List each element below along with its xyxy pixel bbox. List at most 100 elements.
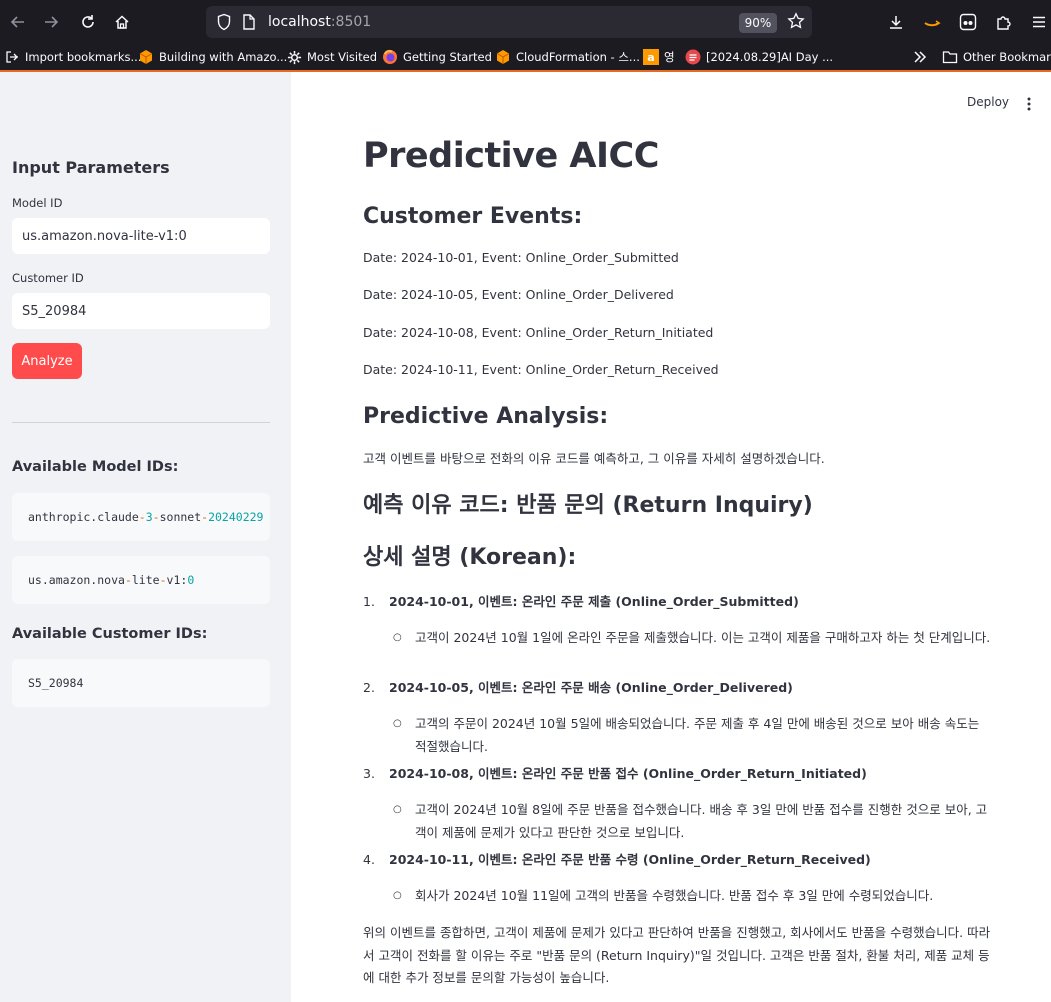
bookmark-star-icon[interactable] <box>787 12 805 34</box>
zoom-level-badge[interactable]: 90% <box>739 13 777 33</box>
customer-id-input[interactable]: S5_20984 <box>12 293 270 329</box>
url-text[interactable]: localhost:8501 <box>268 13 371 31</box>
page-icon[interactable] <box>242 13 256 35</box>
double-chevron-icon <box>912 49 928 65</box>
amazon-a-icon: a <box>643 49 659 65</box>
url-bar[interactable]: localhost:8501 90% <box>206 6 812 38</box>
code-token: v1 <box>166 573 181 587</box>
list-item-text: 회사가 2024년 10월 11일에 고객의 반품을 수령했습니다. 반품 접수… <box>415 888 934 903</box>
bullet-circle: ○ <box>393 804 402 815</box>
import-icon <box>4 49 20 65</box>
bookmark-amazon-kr[interactable]: a 영 <box>643 48 675 66</box>
list-item-title: 2024-10-11, 이벤트: 온라인 주문 반품 수령 (Online_Or… <box>389 852 871 867</box>
reload-icon[interactable] <box>76 10 100 34</box>
code-token: - <box>138 510 146 524</box>
summary-paragraph: 위의 이벤트를 종합하면, 고객이 제품에 문제가 있다고 판단하여 반품을 진… <box>363 925 991 985</box>
input-parameters-heading: Input Parameters <box>12 158 170 177</box>
code-token: - <box>124 573 132 587</box>
folder-icon <box>942 49 958 65</box>
code-token: : <box>180 573 188 587</box>
bookmark-label: 영 <box>664 50 675 64</box>
forward-arrow-icon[interactable] <box>39 10 63 34</box>
code-token: 3 <box>145 510 153 524</box>
bullet-circle: ○ <box>393 890 402 901</box>
list-item-title: 2024-10-05, 이벤트: 온라인 주문 배송 (Online_Order… <box>389 680 793 695</box>
model-id-code-block[interactable]: anthropic.claude -3- sonnet -20240229 <box>12 493 270 541</box>
list-number: 4. <box>363 852 375 867</box>
gear-icon <box>286 49 302 65</box>
bookmark-label: Most Visited <box>307 50 377 64</box>
sidebar: Input Parameters Model ID us.amazon.nova… <box>0 72 291 1002</box>
events-heading: Customer Events: <box>363 204 583 229</box>
download-icon[interactable] <box>884 10 908 34</box>
aws-cube-icon <box>495 49 511 65</box>
bookmark-label: Building with Amazo... <box>159 50 288 64</box>
shield-icon[interactable] <box>216 13 232 35</box>
bookmarks-overflow[interactable] <box>912 48 928 66</box>
url-port: :8501 <box>330 14 372 30</box>
bullet-circle: ○ <box>393 632 402 643</box>
back-arrow-icon[interactable] <box>6 10 30 34</box>
amazon-extension-icon[interactable] <box>920 10 944 34</box>
bookmark-label: [2024.08.29]AI Day ... <box>706 50 834 64</box>
code-token: anthropic.claude <box>28 510 139 524</box>
bookmark-label: Getting Started <box>403 50 492 64</box>
bookmark-cloudformation[interactable]: CloudFormation - 스... <box>495 48 640 66</box>
code-token: - <box>201 510 209 524</box>
puzzle-icon[interactable] <box>992 10 1016 34</box>
firefox-icon <box>382 49 398 65</box>
svg-text:a: a <box>647 51 654 64</box>
event-line: Date: 2024-10-11, Event: Online_Order_Re… <box>363 362 719 377</box>
bookmark-label: CloudFormation - 스... <box>516 50 640 64</box>
model-id-input[interactable]: us.amazon.nova-lite-v1:0 <box>12 218 270 254</box>
available-models-heading: Available Model IDs: <box>12 459 179 475</box>
list-item-text: 고객이 2024년 10월 8일에 주문 반품을 접수했습니다. 배송 후 3일… <box>415 802 988 840</box>
customer-id-code-block[interactable]: S5_20984 <box>12 659 270 707</box>
bookmarks-bar: Import bookmarks... Building with Amazo.… <box>0 44 1051 70</box>
event-line: Date: 2024-10-01, Event: Online_Order_Su… <box>363 250 679 265</box>
event-line: Date: 2024-10-05, Event: Online_Order_De… <box>363 287 674 302</box>
bookmark-building-with-amazon[interactable]: Building with Amazo... <box>138 48 287 66</box>
main-content: Deploy Predictive AICC Customer Events: … <box>291 72 1051 1002</box>
more-options-icon[interactable] <box>1026 96 1032 115</box>
list-item-title: 2024-10-08, 이벤트: 온라인 주문 반품 접수 (Online_Or… <box>389 766 867 781</box>
code-token: S5_20984 <box>28 676 84 690</box>
deploy-button[interactable]: Deploy <box>967 95 1009 109</box>
url-host: localhost <box>268 14 331 30</box>
bookmark-import[interactable]: Import bookmarks... <box>4 48 141 66</box>
code-token: us.amazon.nova <box>28 573 125 587</box>
analyze-button[interactable]: Analyze <box>12 343 82 379</box>
model-id-code-block[interactable]: us.amazon.nova - lite - v1:0 <box>12 556 270 604</box>
bookmark-label: Import bookmarks... <box>25 50 142 64</box>
bookmark-most-visited[interactable]: Most Visited <box>286 48 377 66</box>
bookmark-ai-day[interactable]: [2024.08.29]AI Day ... <box>685 48 833 66</box>
reason-code-heading: 예측 이유 코드: 반품 문의 (Return Inquiry) <box>363 493 813 518</box>
customer-id-label: Customer ID <box>12 271 84 285</box>
list-number: 3. <box>363 766 375 781</box>
event-line: Date: 2024-10-08, Event: Online_Order_Re… <box>363 325 714 340</box>
bookmark-getting-started[interactable]: Getting Started <box>382 48 492 66</box>
extension-icon[interactable] <box>956 10 980 34</box>
browser-toolbar: localhost:8501 90% <box>0 0 1051 44</box>
home-icon[interactable] <box>110 10 134 34</box>
code-token: - <box>152 510 160 524</box>
document-circle-icon <box>685 49 701 65</box>
model-id-label: Model ID <box>12 196 63 210</box>
analysis-intro: 고객 이벤트를 바탕으로 전화의 이유 코드를 예측하고, 그 이유를 자세히 … <box>363 451 825 466</box>
list-item-text: 고객의 주문이 2024년 10월 5일에 배송되었습니다. 주문 제출 후 4… <box>415 716 980 754</box>
analysis-heading: Predictive Analysis: <box>363 404 609 429</box>
list-number: 1. <box>363 594 375 609</box>
available-customers-heading: Available Customer IDs: <box>12 626 208 642</box>
code-token: lite <box>131 573 160 587</box>
code-token: 0 <box>187 573 195 587</box>
bookmark-other-folder[interactable]: Other Bookmarks <box>942 48 1051 66</box>
detail-heading: 상세 설명 (Korean): <box>363 545 577 570</box>
hamburger-menu-icon[interactable] <box>1027 10 1051 34</box>
sidebar-divider <box>12 422 270 423</box>
aws-cube-icon <box>138 49 154 65</box>
bullet-circle: ○ <box>393 718 402 729</box>
list-item-title: 2024-10-01, 이벤트: 온라인 주문 제출 (Online_Order… <box>389 594 799 609</box>
code-token: - <box>159 573 167 587</box>
bookmark-label: Other Bookmarks <box>963 50 1051 64</box>
code-token: sonnet <box>159 510 202 524</box>
